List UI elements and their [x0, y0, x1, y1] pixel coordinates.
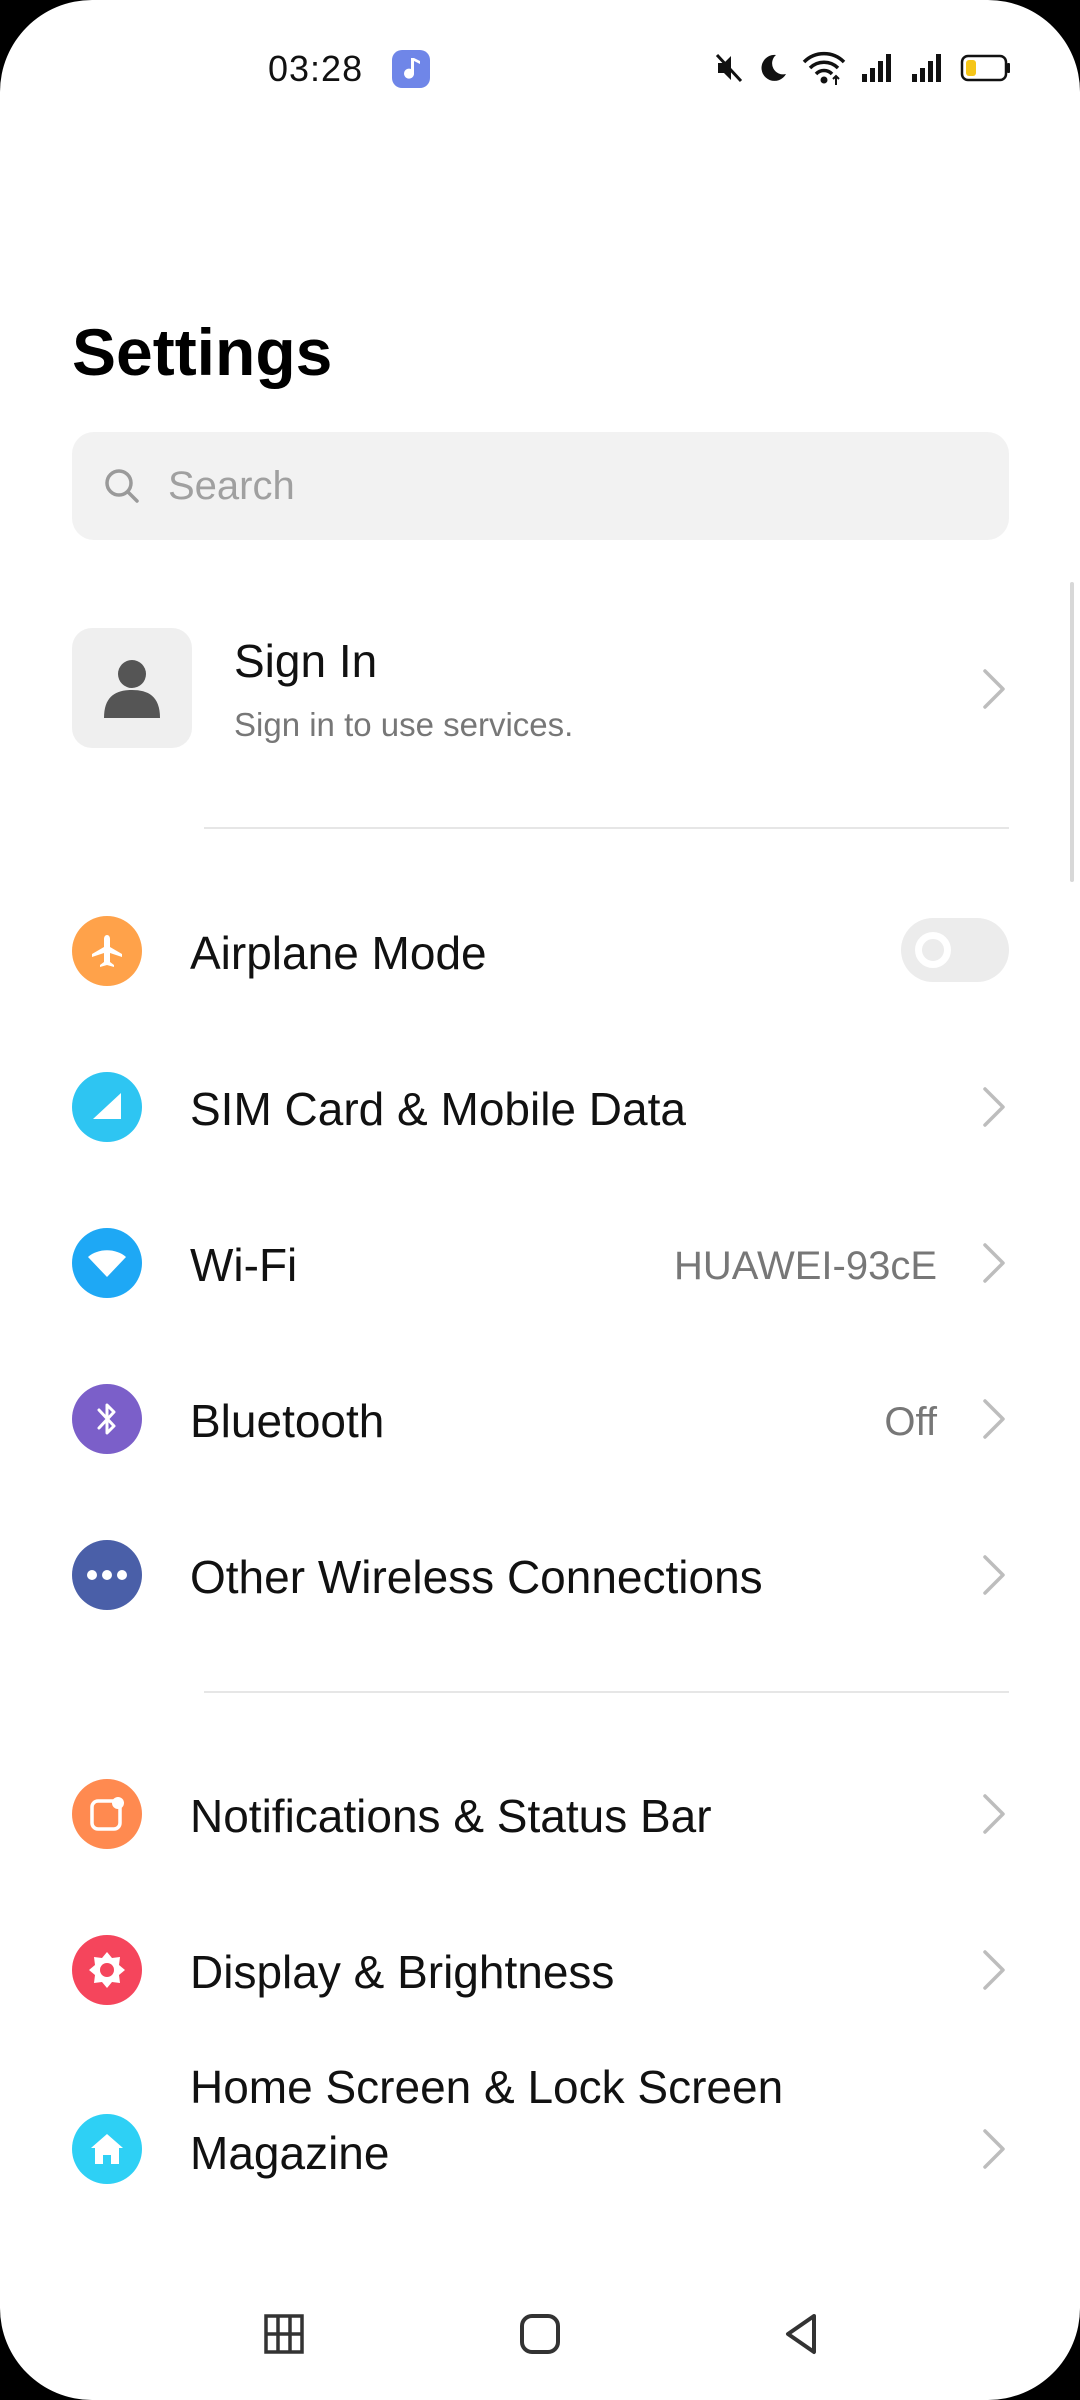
section-divider: [204, 827, 1009, 829]
airplane-mode-toggle[interactable]: [901, 918, 1009, 982]
search-bar[interactable]: [72, 432, 1009, 540]
home-button[interactable]: [516, 2310, 564, 2358]
signal-1-icon: [862, 54, 891, 82]
toggle-knob: [915, 932, 951, 968]
scroll-indicator[interactable]: [1070, 582, 1074, 882]
navigation-bar: [0, 2280, 1080, 2390]
do-not-disturb-moon-icon: [761, 54, 786, 81]
section-divider: [204, 1691, 1009, 1693]
battery-icon: [960, 54, 1010, 82]
brightness-icon: [72, 1935, 142, 2005]
row-label: Notifications & Status Bar: [190, 1790, 712, 1842]
chevron-right-icon: [983, 1399, 1005, 1439]
row-label: Airplane Mode: [190, 927, 487, 979]
row-label: Wi-Fi: [190, 1239, 298, 1291]
sign-in-row[interactable]: Sign In Sign in to use services.: [72, 626, 1009, 748]
row-label: Display & Brightness: [190, 1946, 615, 1998]
row-label: Bluetooth: [190, 1395, 385, 1447]
notification-icon: [72, 1779, 142, 1849]
row-value: HUAWEI-93cE: [673, 1244, 937, 1288]
chevron-right-icon: [983, 1087, 1005, 1127]
chevron-right-icon: [983, 1555, 1005, 1595]
setting-bluetooth[interactable]: Bluetooth Off: [72, 1358, 1009, 1478]
chevron-right-icon: [983, 2129, 1005, 2169]
chevron-right-icon: [983, 1243, 1005, 1283]
status-bar: 03:28: [0, 0, 1080, 140]
row-value: Off: [884, 1400, 937, 1444]
signal-2-icon: [912, 54, 941, 82]
sign-in-title: Sign In: [234, 635, 378, 687]
bluetooth-icon: [72, 1384, 142, 1454]
row-label: Home Screen & Lock Screen Magazine: [190, 2061, 784, 2179]
chevron-right-icon: [983, 1950, 1005, 1990]
home-icon: [72, 2114, 142, 2184]
airplane-icon: [72, 916, 142, 986]
chevron-right-icon: [983, 1794, 1005, 1834]
row-label: Other Wireless Connections: [190, 1551, 763, 1603]
wifi-icon: [72, 1228, 142, 1298]
page-title: Settings: [72, 315, 333, 389]
search-input[interactable]: [166, 462, 946, 510]
setting-sim-card-mobile-data[interactable]: SIM Card & Mobile Data: [72, 1046, 1009, 1166]
avatar: [72, 628, 192, 748]
setting-notifications-status-bar[interactable]: Notifications & Status Bar: [72, 1753, 1009, 1873]
status-time: 03:28: [268, 48, 364, 89]
row-label: SIM Card & Mobile Data: [190, 1083, 686, 1135]
wifi-icon: [802, 51, 846, 85]
music-note-icon: [392, 50, 430, 88]
recent-apps-button[interactable]: [260, 2310, 308, 2358]
more-dots-icon: [72, 1540, 142, 1610]
setting-home-screen-lock-screen-magazine[interactable]: Home Screen & Lock Screen Magazine: [72, 2054, 1009, 2244]
sign-in-subtitle: Sign in to use services.: [234, 706, 574, 743]
settings-screen: 03:28 Settings Search Sign In Sign in to…: [0, 0, 1080, 2400]
person-icon: [104, 660, 160, 718]
setting-airplane-mode[interactable]: Airplane Mode: [72, 890, 1009, 1010]
setting-display-brightness[interactable]: Display & Brightness: [72, 1909, 1009, 2029]
mute-icon: [715, 53, 743, 83]
back-button[interactable]: [778, 2310, 826, 2358]
sim-signal-icon: [72, 1072, 142, 1142]
setting-wifi[interactable]: Wi-Fi HUAWEI-93cE: [72, 1202, 1009, 1322]
chevron-right-icon: [983, 669, 1005, 709]
status-icons: [714, 46, 1012, 90]
setting-other-wireless-connections[interactable]: Other Wireless Connections: [72, 1514, 1009, 1634]
search-icon: [105, 469, 139, 503]
